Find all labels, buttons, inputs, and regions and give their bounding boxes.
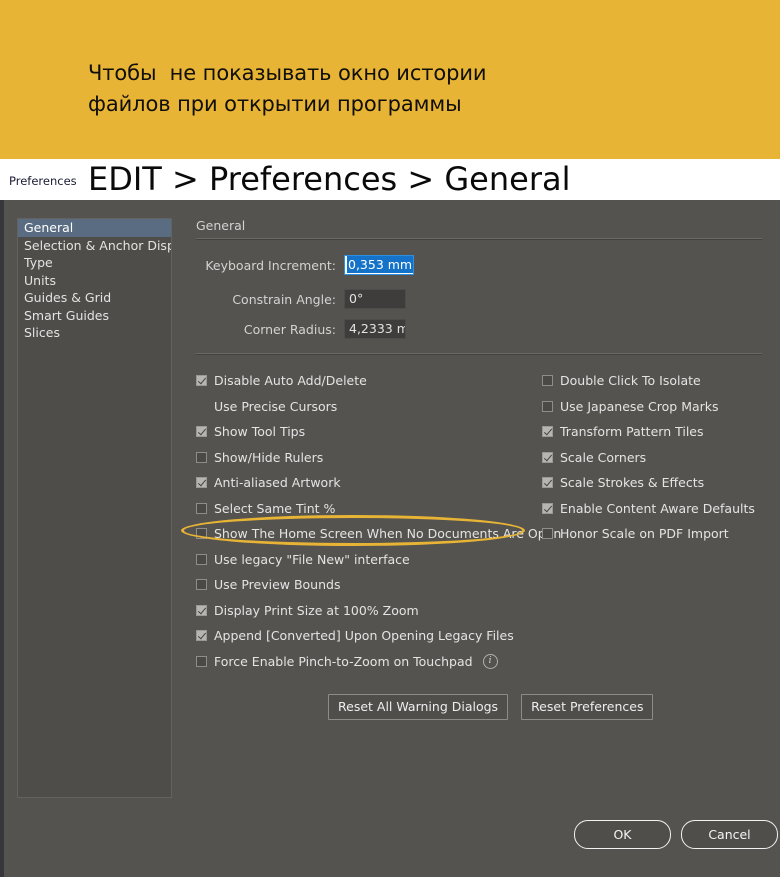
checkbox-row[interactable]: Double Click To Isolate: [542, 368, 780, 394]
reset-all-warning-dialogs-button[interactable]: Reset All Warning Dialogs: [328, 694, 509, 720]
checkbox-row[interactable]: Use Japanese Crop Marks: [542, 394, 780, 420]
checkbox-row[interactable]: Use Precise Cursors: [196, 394, 546, 420]
checkbox-row[interactable]: Enable Content Aware Defaults: [542, 496, 780, 522]
checkbox-column-right: Double Click To Isolate Use Japanese Crop…: [542, 368, 780, 547]
field-row: Keyboard Increment: 0,353 mm: [190, 255, 414, 275]
sidebar-item-smart-guides[interactable]: Smart Guides: [18, 307, 171, 325]
checkbox-row[interactable]: Transform Pattern Tiles: [542, 419, 780, 445]
checkbox-icon[interactable]: [196, 375, 207, 387]
info-icon[interactable]: i: [482, 653, 498, 669]
ok-button[interactable]: OK: [574, 820, 671, 849]
checkbox-label: Disable Auto Add/Delete: [214, 373, 367, 389]
checkbox-row[interactable]: Show The Home Screen When No Documents A…: [196, 521, 561, 547]
preferences-category-list[interactable]: GeneralSelection & Anchor DisplayTypeUni…: [17, 218, 172, 798]
field-row: Constrain Angle: 0°: [190, 289, 406, 309]
checkbox-icon[interactable]: [196, 528, 207, 540]
field-row: Corner Radius: 4,2333 m: [190, 319, 406, 339]
checkbox-row[interactable]: Append [Converted] Upon Opening Legacy F…: [196, 623, 546, 649]
checkbox-row[interactable]: Show/Hide Rulers: [196, 445, 546, 471]
checkbox-icon[interactable]: [542, 426, 553, 438]
field-label: Constrain Angle:: [232, 291, 336, 307]
field-label: Corner Radius:: [243, 321, 336, 337]
sidebar-item-guides-grid[interactable]: Guides & Grid: [18, 289, 171, 307]
checkbox-row[interactable]: Anti-aliased Artwork: [196, 470, 546, 496]
sidebar-item-units[interactable]: Units: [18, 272, 171, 290]
sidebar-item-selection-anchor-display[interactable]: Selection & Anchor Display: [18, 237, 171, 255]
checkbox-icon[interactable]: [196, 604, 207, 616]
constrain-angle-input[interactable]: 0°: [344, 289, 406, 309]
checkbox-label: Transform Pattern Tiles: [560, 424, 704, 440]
checkbox-icon[interactable]: [542, 528, 553, 540]
field-label: Keyboard Increment:: [205, 257, 336, 273]
checkbox-row[interactable]: Scale Strokes & Effects: [542, 470, 780, 496]
checkbox-label: Scale Corners: [560, 449, 647, 465]
checkbox-icon[interactable]: [196, 579, 207, 591]
checkbox-icon[interactable]: [542, 502, 553, 514]
checkbox-icon[interactable]: [196, 502, 207, 514]
keyboard-increment-input[interactable]: 0,353 mm: [344, 255, 414, 275]
checkbox-icon[interactable]: [196, 553, 207, 565]
checkbox-label: Use Precise Cursors: [214, 398, 338, 414]
reset-button-group: Reset All Warning Dialogs Reset Preferenc…: [328, 694, 654, 720]
checkbox-icon[interactable]: [196, 477, 207, 489]
checkbox-label: Anti-aliased Artwork: [214, 475, 341, 491]
checkbox-icon[interactable]: [196, 630, 207, 642]
checkbox-icon[interactable]: [196, 655, 207, 667]
checkbox-label: Display Print Size at 100% Zoom: [214, 602, 419, 618]
dialog-footer: OK Cancel: [574, 820, 778, 849]
checkbox-label: Double Click To Isolate: [560, 373, 701, 389]
checkbox-row[interactable]: Use legacy "File New" interface: [196, 547, 546, 573]
checkbox-column-left: Disable Auto Add/Delete Use Precise Curso…: [196, 368, 561, 675]
checkbox-row[interactable]: Select Same Tint %: [196, 496, 546, 522]
checkbox-row[interactable]: Display Print Size at 100% Zoom: [196, 598, 546, 624]
preferences-dialog: GeneralSelection & Anchor DisplayTypeUni…: [0, 200, 780, 877]
checkbox-label: Enable Content Aware Defaults: [560, 500, 755, 516]
page-title: General: [196, 218, 246, 233]
checkbox-row[interactable]: Show Tool Tips: [196, 419, 546, 445]
preferences-tab-label: Preferences: [9, 174, 77, 188]
checkbox-icon[interactable]: [196, 426, 207, 438]
checkbox-icon[interactable]: [542, 400, 553, 412]
corner-radius-input[interactable]: 4,2333 m: [344, 319, 406, 339]
checkbox-placeholder: [196, 401, 207, 412]
annotation-banner: Чтобы не показывать окно истории файлов …: [0, 0, 780, 159]
checkbox-icon[interactable]: [542, 375, 553, 387]
sidebar-item-general[interactable]: General: [18, 219, 171, 237]
checkbox-label: Select Same Tint %: [214, 500, 336, 516]
checkbox-icon[interactable]: [196, 451, 207, 463]
menu-path-caption: EDIT > Preferences > General: [88, 160, 571, 198]
checkbox-row[interactable]: Honor Scale on PDF Import: [542, 521, 780, 547]
sidebar-item-slices[interactable]: Slices: [18, 324, 171, 342]
checkbox-icon[interactable]: [542, 451, 553, 463]
checkbox-label: Scale Strokes & Effects: [560, 475, 705, 491]
checkbox-row[interactable]: Disable Auto Add/Delete: [196, 368, 546, 394]
divider-top: [196, 238, 762, 240]
checkbox-label: Show/Hide Rulers: [214, 449, 324, 465]
checkbox-label: Honor Scale on PDF Import: [560, 526, 729, 542]
checkbox-label: Force Enable Pinch-to-Zoom on Touchpad: [214, 653, 473, 669]
checkbox-row[interactable]: Force Enable Pinch-to-Zoom on Touchpad i: [196, 649, 546, 675]
checkbox-row[interactable]: Use Preview Bounds: [196, 572, 546, 598]
preferences-main-panel: General Keyboard Increment: 0,353 mm Const…: [190, 200, 780, 877]
cancel-button[interactable]: Cancel: [681, 820, 778, 849]
checkbox-label: Show The Home Screen When No Documents A…: [214, 526, 562, 542]
checkbox-label: Use Japanese Crop Marks: [560, 398, 719, 414]
divider-middle: [196, 353, 762, 355]
checkbox-label: Append [Converted] Upon Opening Legacy F…: [214, 628, 514, 644]
checkbox-label: Use legacy "File New" interface: [214, 551, 410, 567]
checkbox-row[interactable]: Scale Corners: [542, 445, 780, 471]
reset-preferences-button[interactable]: Reset Preferences: [521, 694, 654, 720]
checkbox-icon[interactable]: [542, 477, 553, 489]
annotation-text: Чтобы не показывать окно истории файлов …: [88, 61, 487, 116]
checkbox-label: Show Tool Tips: [214, 424, 306, 440]
field-value: 0,353 mm: [347, 256, 413, 273]
sidebar-item-type[interactable]: Type: [18, 254, 171, 272]
checkbox-label: Use Preview Bounds: [214, 577, 341, 593]
